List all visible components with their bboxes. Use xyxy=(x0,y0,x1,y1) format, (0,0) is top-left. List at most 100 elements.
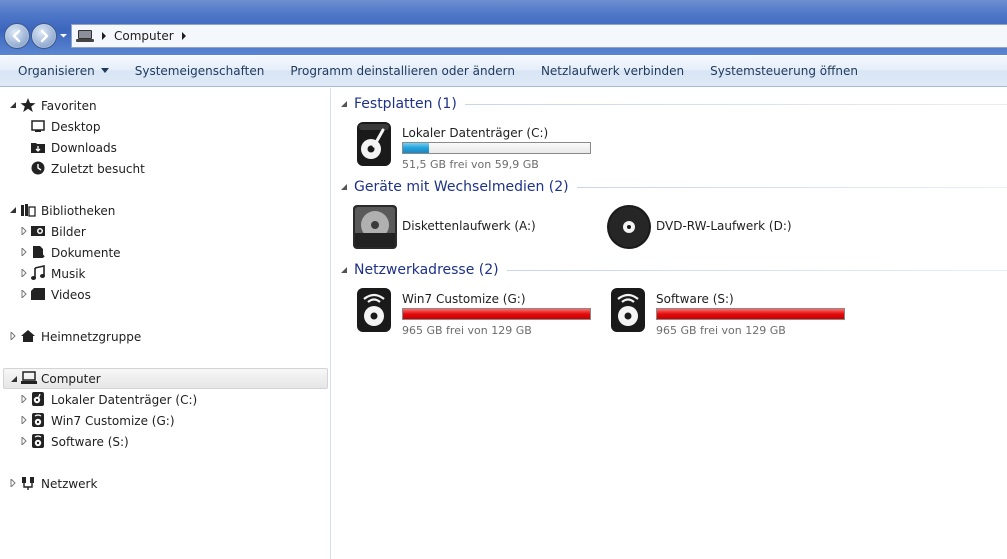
collapsed-triangle-icon[interactable] xyxy=(20,416,28,424)
window-titlebar: Computer xyxy=(0,0,1007,55)
drive-free-space: 965 GB frei von 129 GB xyxy=(402,324,532,337)
expanded-triangle-icon[interactable] xyxy=(9,101,17,109)
collapsed-triangle-icon[interactable] xyxy=(20,227,28,235)
network-drive-icon xyxy=(30,433,46,449)
breadcrumb-computer[interactable]: Computer xyxy=(114,29,174,43)
nav-item-label: Win7 Customize (G:) xyxy=(51,413,175,428)
drive-name: Win7 Customize (G:) xyxy=(402,292,526,306)
nav-item-pictures[interactable]: Bilder xyxy=(0,221,330,242)
content-pane: Festplatten (1) Lokaler Datenträger (C:)… xyxy=(332,88,1007,559)
dvd-drive-icon xyxy=(607,205,651,249)
drive-name: Software (S:) xyxy=(656,292,734,306)
drive-usage-bar xyxy=(656,308,845,320)
group-divider xyxy=(464,103,1007,105)
drive-tile-g[interactable]: Win7 Customize (G:) 965 GB frei von 129 … xyxy=(352,286,612,337)
network-icon xyxy=(20,475,36,491)
star-icon xyxy=(20,97,36,113)
network-drive-icon xyxy=(357,288,391,332)
collapsed-triangle-icon[interactable] xyxy=(20,395,28,403)
organize-menu-button[interactable]: Organisieren xyxy=(0,59,122,83)
drive-usage-bar xyxy=(402,308,591,320)
nav-item-drive-g[interactable]: Win7 Customize (G:) xyxy=(0,410,330,431)
group-header-hard-drives[interactable]: Festplatten (1) xyxy=(340,94,1007,114)
collapsed-triangle-icon[interactable] xyxy=(20,290,28,298)
nav-item-drive-s[interactable]: Software (S:) xyxy=(0,431,330,452)
music-icon xyxy=(30,265,46,281)
nav-item-label: Lokaler Datenträger (C:) xyxy=(51,392,198,407)
nav-item-videos[interactable]: Videos xyxy=(0,284,330,305)
drive-usage-fill xyxy=(657,309,844,319)
forward-button[interactable] xyxy=(31,23,57,49)
expanded-triangle-icon[interactable] xyxy=(9,206,17,214)
collapsed-triangle-icon[interactable] xyxy=(9,479,17,487)
nav-item-label: Bilder xyxy=(51,224,86,239)
nav-item-music[interactable]: Musik xyxy=(0,263,330,284)
videos-icon xyxy=(30,286,46,302)
expanded-triangle-icon[interactable] xyxy=(340,100,348,108)
nav-libraries[interactable]: Bibliotheken xyxy=(0,200,330,221)
downloads-folder-icon xyxy=(30,139,46,155)
nav-item-downloads[interactable]: Downloads xyxy=(0,137,330,158)
nav-computer-label: Computer xyxy=(41,371,101,386)
floppy-drive-icon xyxy=(353,205,397,249)
network-drive-icon xyxy=(611,288,645,332)
drive-tile-d[interactable]: DVD-RW-Laufwerk (D:) xyxy=(606,203,826,253)
collapsed-triangle-icon[interactable] xyxy=(20,437,28,445)
computer-icon xyxy=(21,370,37,386)
drive-name: Diskettenlaufwerk (A:) xyxy=(402,219,536,233)
nav-item-recent-places[interactable]: Zuletzt besucht xyxy=(0,158,330,179)
group-header-network-locations[interactable]: Netzwerkadresse (2) xyxy=(340,260,1007,280)
nav-item-label: Dokumente xyxy=(51,245,121,260)
expanded-triangle-icon[interactable] xyxy=(340,266,348,274)
desktop-icon xyxy=(30,118,46,134)
documents-icon xyxy=(30,244,46,260)
map-network-drive-button[interactable]: Netzlaufwerk verbinden xyxy=(528,59,697,83)
collapsed-triangle-icon[interactable] xyxy=(20,248,28,256)
nav-item-label: Software (S:) xyxy=(51,434,129,449)
system-properties-button[interactable]: Systemeigenschaften xyxy=(122,59,278,83)
drive-name: Lokaler Datenträger (C:) xyxy=(402,126,549,140)
breadcrumb-arrow-icon[interactable] xyxy=(180,32,188,40)
group-title: Netzwerkadresse (2) xyxy=(354,262,499,278)
nav-favorites[interactable]: Favoriten xyxy=(0,95,330,116)
expanded-triangle-icon[interactable] xyxy=(340,183,348,191)
nav-item-label: Zuletzt besucht xyxy=(51,161,145,176)
libraries-icon xyxy=(20,202,36,218)
nav-libraries-label: Bibliotheken xyxy=(41,203,116,218)
back-button[interactable] xyxy=(4,23,30,49)
collapsed-triangle-icon[interactable] xyxy=(9,332,17,340)
chevron-down-icon xyxy=(100,68,109,73)
nav-homegroup[interactable]: Heimnetzgruppe xyxy=(0,326,330,347)
nav-item-label: Desktop xyxy=(51,119,101,134)
group-header-removable-devices[interactable]: Geräte mit Wechselmedien (2) xyxy=(340,177,1007,197)
expanded-triangle-icon[interactable] xyxy=(10,375,18,383)
drive-usage-bar xyxy=(402,142,591,154)
breadcrumb-arrow-icon[interactable] xyxy=(100,32,108,40)
hard-drive-icon xyxy=(30,391,46,407)
drive-tile-c[interactable]: Lokaler Datenträger (C:) 51,5 GB frei vo… xyxy=(352,120,612,171)
arrow-left-icon xyxy=(12,29,21,43)
collapsed-triangle-icon[interactable] xyxy=(20,269,28,277)
open-control-panel-button[interactable]: Systemsteuerung öffnen xyxy=(697,59,871,83)
recent-places-icon xyxy=(30,160,46,176)
drive-tile-s[interactable]: Software (S:) 965 GB frei von 129 GB xyxy=(606,286,866,337)
drive-tile-a[interactable]: Diskettenlaufwerk (A:) xyxy=(352,203,592,253)
address-bar[interactable]: Computer xyxy=(71,24,1007,48)
drive-usage-fill xyxy=(403,309,590,319)
nav-item-label: Musik xyxy=(51,266,86,281)
nav-item-label: Downloads xyxy=(51,140,117,155)
nav-computer[interactable]: Computer xyxy=(3,368,328,389)
nav-favorites-label: Favoriten xyxy=(41,98,97,113)
nav-item-documents[interactable]: Dokumente xyxy=(0,242,330,263)
arrow-right-icon xyxy=(40,29,49,43)
group-divider xyxy=(506,269,1007,271)
recent-pages-dropdown-icon[interactable] xyxy=(59,31,68,40)
nav-network[interactable]: Netzwerk xyxy=(0,473,330,494)
uninstall-program-button[interactable]: Programm deinstallieren oder ändern xyxy=(277,59,528,83)
nav-item-desktop[interactable]: Desktop xyxy=(0,116,330,137)
organize-label: Organisieren xyxy=(18,64,95,78)
drive-usage-fill xyxy=(403,143,430,153)
nav-network-label: Netzwerk xyxy=(41,476,98,491)
nav-item-drive-c[interactable]: Lokaler Datenträger (C:) xyxy=(0,389,330,410)
group-title: Festplatten (1) xyxy=(354,96,457,112)
